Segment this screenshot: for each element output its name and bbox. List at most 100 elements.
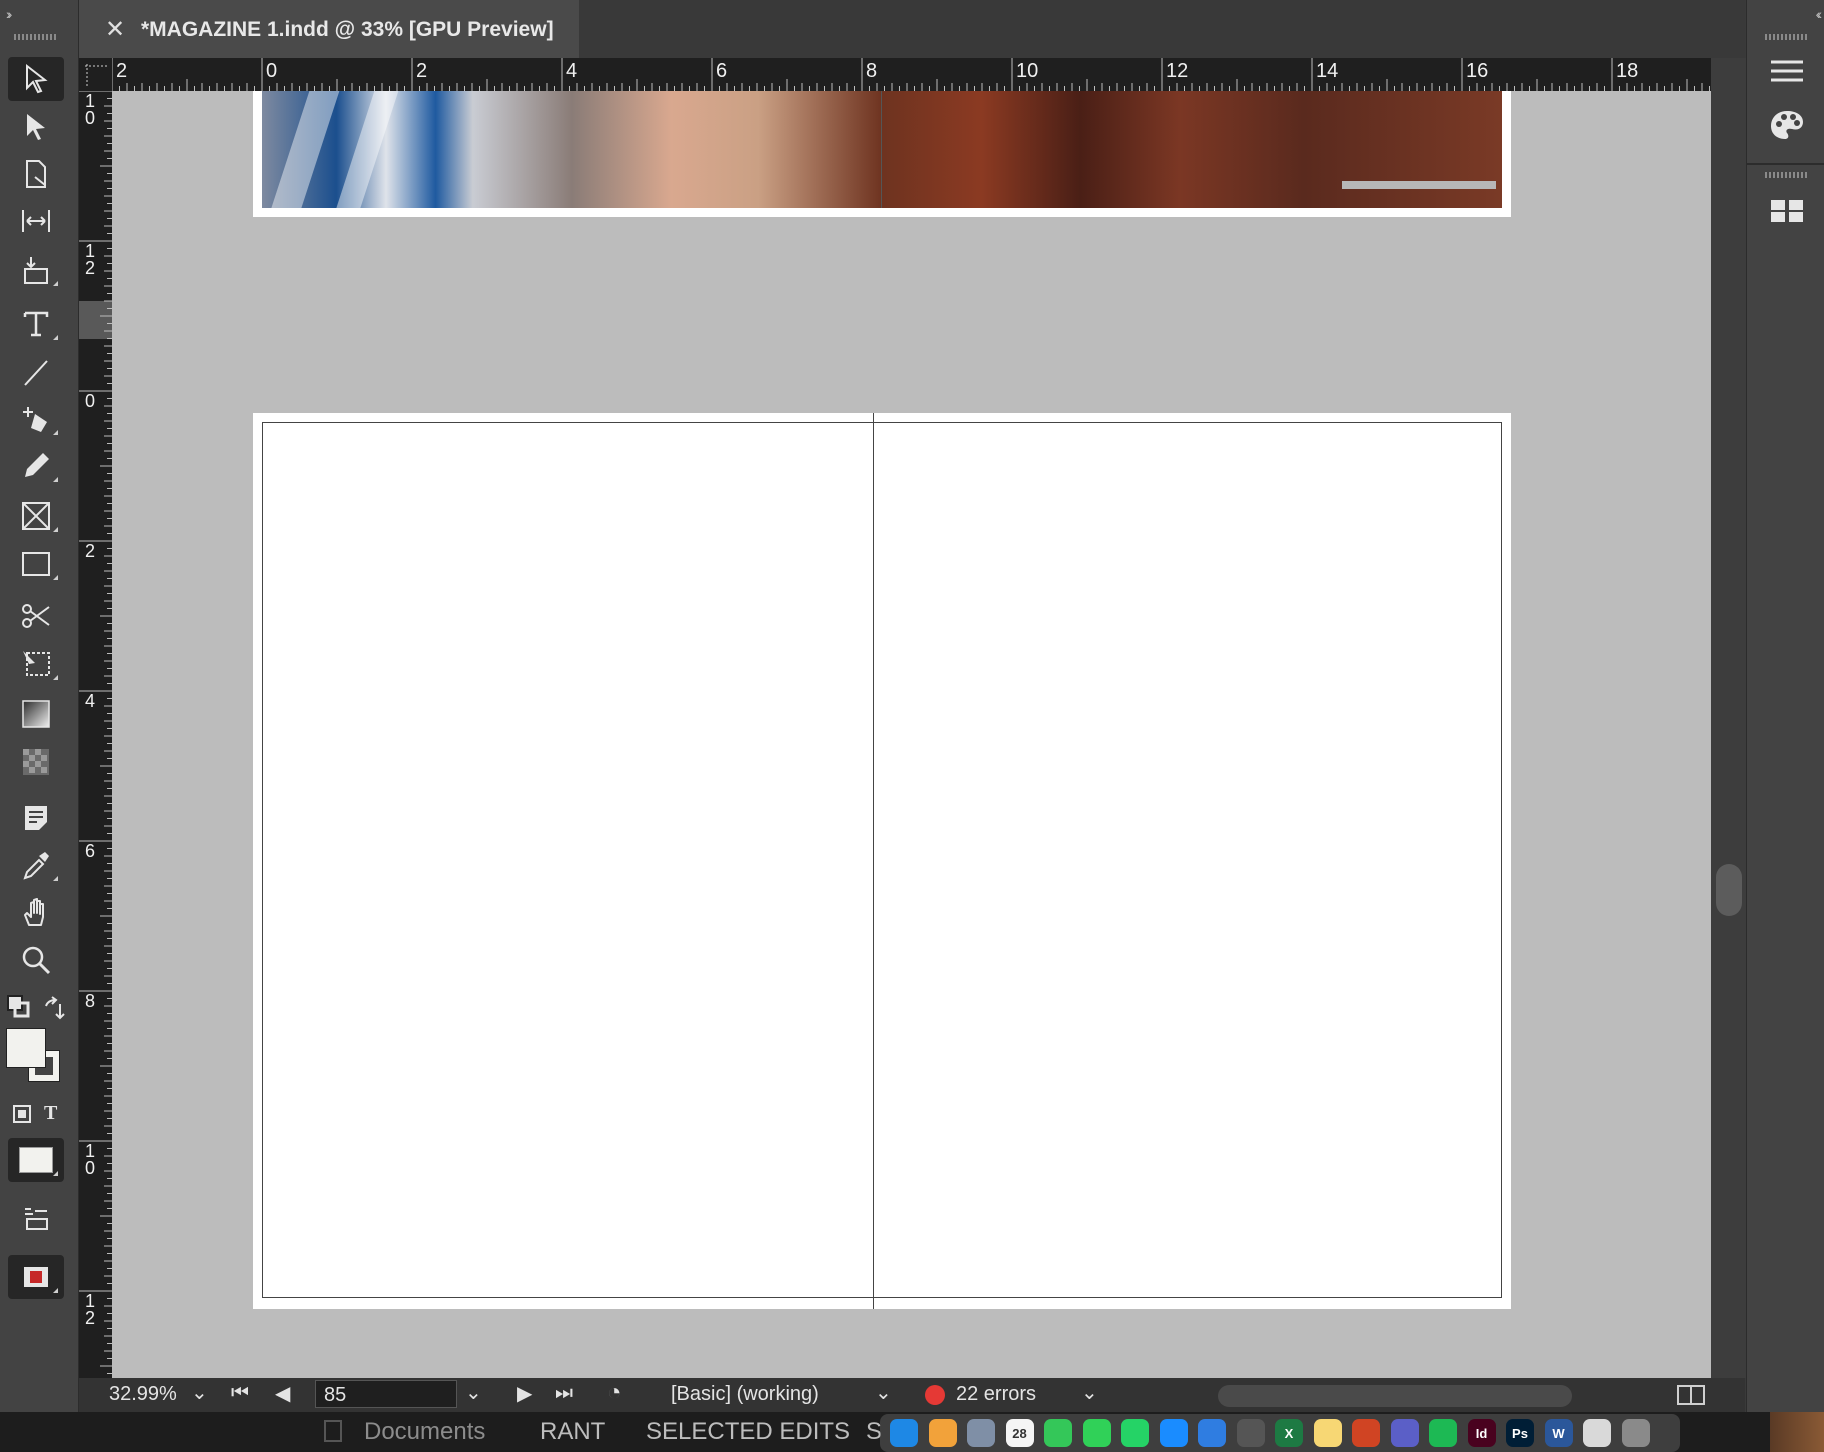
content-collector-tool[interactable] — [8, 248, 64, 292]
pencil-tool-icon — [25, 453, 49, 477]
fill-stroke-swatches[interactable] — [6, 1028, 66, 1088]
preview-icon[interactable] — [1583, 1419, 1611, 1447]
split-window-icon[interactable] — [1677, 1385, 1705, 1405]
page-dropdown-icon[interactable]: ⌄ — [465, 1380, 482, 1405]
safari-icon[interactable] — [1159, 1419, 1188, 1447]
vertical-ruler[interactable]: 1 0 1 2 0 2 4 6 8 1 0 1 2 — [79, 91, 112, 1378]
free-transform-icon — [23, 651, 50, 676]
calendar-icon[interactable]: 28 — [1005, 1419, 1034, 1447]
whatsapp-icon[interactable] — [1121, 1419, 1149, 1447]
errors-dropdown-icon[interactable]: ⌄ — [1081, 1380, 1098, 1405]
dock: 28 X Id Ps W — [880, 1414, 1680, 1452]
page-margins — [262, 422, 1502, 1298]
ruler-label: 14 — [1316, 60, 1339, 82]
free-transform-tool[interactable] — [8, 642, 64, 686]
type-tool[interactable] — [8, 302, 64, 346]
rectangle-frame-icon — [22, 502, 50, 530]
gap-tool[interactable] — [8, 199, 64, 243]
hand-tool[interactable] — [8, 890, 64, 934]
rectangle-tool[interactable] — [8, 542, 64, 586]
chatgpt-icon[interactable] — [1236, 1419, 1265, 1447]
screen-mode-button[interactable] — [8, 1255, 64, 1299]
word-icon[interactable]: W — [1544, 1419, 1573, 1447]
pencil-tool[interactable] — [8, 444, 64, 488]
panel-grip[interactable] — [1765, 34, 1807, 40]
horizontal-ruler[interactable]: 2 0 2 4 6 8 10 12 14 16 18 — [112, 58, 1711, 91]
document-canvas[interactable] — [112, 91, 1711, 1378]
documents-label[interactable]: Documents — [364, 1418, 485, 1446]
vertical-scroll-thumb[interactable] — [1716, 864, 1742, 916]
ruler-origin[interactable] — [79, 58, 112, 91]
profile-dropdown-icon[interactable]: ⌄ — [875, 1380, 892, 1405]
photoshop-icon[interactable]: Ps — [1506, 1419, 1534, 1447]
launchpad-icon[interactable] — [967, 1419, 995, 1447]
eyedropper-tool[interactable] — [8, 843, 64, 887]
horizontal-scroll-thumb[interactable] — [1218, 1385, 1572, 1407]
previous-spread[interactable] — [253, 91, 1511, 217]
page-tool[interactable] — [8, 152, 64, 196]
formatting-container-icon[interactable] — [12, 1104, 32, 1124]
ruler-label: 6 — [84, 841, 95, 861]
next-page-icon[interactable]: ▶ — [517, 1381, 532, 1406]
pen-tool[interactable] — [8, 397, 64, 441]
vertical-scrollbar[interactable] — [1711, 58, 1746, 1378]
zoom-icon — [22, 946, 51, 975]
trash-icon[interactable] — [1621, 1419, 1650, 1447]
selection-tool[interactable] — [8, 57, 64, 101]
notes-icon[interactable] — [1313, 1419, 1342, 1447]
previous-page-icon[interactable]: ◀ — [275, 1381, 290, 1406]
rectangle-frame-tool[interactable] — [8, 494, 64, 538]
indesign-icon[interactable]: Id — [1467, 1419, 1496, 1447]
document-tab[interactable]: ✕ *MAGAZINE 1.indd @ 33% [GPU Preview] — [79, 0, 579, 58]
right-panel-dock: ‹‹ — [1746, 0, 1824, 1412]
scissors-tool[interactable] — [8, 594, 64, 638]
frame-fitting-tool[interactable] — [8, 1196, 64, 1240]
line-tool[interactable] — [8, 350, 64, 394]
last-page-icon[interactable]: ⏭ — [555, 1382, 573, 1405]
pen-tool-icon — [23, 407, 47, 432]
error-count[interactable]: 22 errors — [956, 1383, 1036, 1406]
spread-photo[interactable] — [262, 91, 1502, 208]
eyedropper-icon — [23, 852, 49, 880]
apply-color-button[interactable] — [8, 1138, 64, 1182]
spotify-icon[interactable] — [1429, 1419, 1457, 1447]
direct-selection-tool[interactable] — [8, 105, 64, 149]
panel-grip[interactable] — [14, 34, 56, 40]
panel-menu-icon[interactable] — [1769, 56, 1805, 86]
preflight-icon[interactable]: ◔ — [607, 1379, 622, 1407]
first-page-icon[interactable]: ⏮ — [231, 1382, 249, 1405]
zoom-level[interactable]: 32.99% — [109, 1383, 177, 1406]
close-tab-button[interactable]: ✕ — [105, 15, 125, 44]
expand-panel-button[interactable]: ‹‹ — [1816, 6, 1823, 22]
spread-spine — [873, 413, 874, 1309]
panel-grip[interactable] — [1765, 172, 1807, 178]
facetime-icon[interactable] — [1044, 1419, 1072, 1447]
photos-icon[interactable] — [928, 1419, 957, 1447]
teams-icon[interactable] — [1390, 1419, 1419, 1447]
formatting-text-icon[interactable]: T — [44, 1102, 57, 1125]
current-spread[interactable] — [253, 413, 1511, 1309]
collapse-panel-button[interactable]: ›› — [6, 6, 13, 22]
zoom-tool[interactable] — [8, 938, 64, 982]
page-number-field[interactable]: 85 — [315, 1380, 457, 1408]
background-window-text: SELECTED EDITS — [646, 1418, 851, 1445]
fill-swatch[interactable] — [6, 1028, 46, 1068]
gradient-feather-tool[interactable] — [8, 740, 64, 784]
content-collector-icon — [24, 257, 48, 284]
zoom-dropdown-icon[interactable]: ⌄ — [191, 1380, 208, 1405]
color-theme-icon[interactable] — [1769, 108, 1805, 142]
finder-icon[interactable] — [890, 1419, 918, 1447]
note-tool[interactable] — [8, 795, 64, 839]
excel-icon[interactable]: X — [1275, 1419, 1303, 1447]
default-fill-stroke-icon[interactable] — [6, 994, 30, 1018]
swap-fill-stroke-icon[interactable] — [42, 996, 66, 1020]
pages-icon[interactable] — [1769, 198, 1805, 224]
selection-arrow-icon — [26, 63, 48, 94]
note-icon — [25, 806, 47, 830]
apply-color-icon — [19, 1147, 53, 1173]
keynote-icon[interactable] — [1198, 1419, 1226, 1447]
messages-icon[interactable] — [1082, 1419, 1111, 1447]
preflight-profile[interactable]: [Basic] (working) — [671, 1383, 819, 1406]
gradient-swatch-tool[interactable] — [8, 692, 64, 736]
powerpoint-icon[interactable] — [1352, 1419, 1380, 1447]
